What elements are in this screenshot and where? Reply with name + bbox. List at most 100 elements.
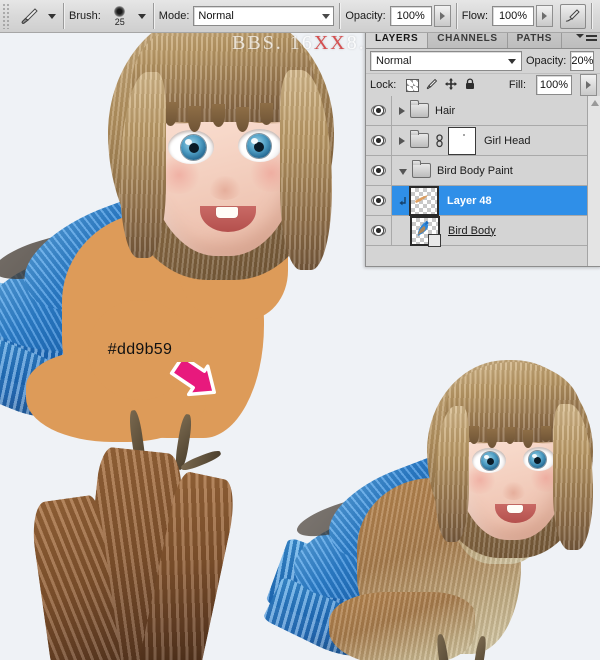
flow-label: Flow: [461,10,489,22]
opacity-slider-button[interactable] [433,5,451,27]
visibility-toggle-layer-48[interactable] [366,186,392,215]
divider [591,3,593,29]
pupil-left [189,143,199,153]
flow-slider-button[interactable] [536,5,554,27]
lock-position-icon[interactable] [445,77,458,93]
brush-size-value: 25 [114,16,125,27]
layer-name-girl-head[interactable]: Girl Head [484,135,530,147]
blend-mode-value: Normal [198,10,234,22]
layer-opacity-input[interactable]: 20% [570,51,595,71]
watermark-pre: BBS. 16 [232,32,314,54]
lock-icon-group [406,77,476,93]
eye-icon [371,195,386,206]
hair-bang-small-3 [505,427,515,444]
lock-image-pixels-icon[interactable] [426,78,438,93]
brush-label: Brush: [69,10,101,22]
divider [63,3,64,29]
layer-row-bird-body[interactable]: Bird Body [366,215,600,247]
layer-blend-mode-select[interactable]: Normal [370,51,522,71]
layer-name-bird-body-paint[interactable]: Bird Body Paint [437,165,513,177]
teeth-small [507,505,523,513]
lock-row: Lock: Fill: 100% [366,74,600,97]
layer-list[interactable]: Hair Girl Head Bird Body Paint Layer 48 … [366,96,600,266]
tool-preset-chevron-down-icon[interactable] [48,13,56,19]
pupil-small-right [534,457,541,464]
airbrush-toggle-button[interactable] [560,3,587,29]
divider [339,3,341,29]
options-bar-grip[interactable] [2,3,11,29]
layer-row-girl-head[interactable]: Girl Head [366,126,600,156]
nose-small [501,482,526,500]
layer-row-bird-body-paint[interactable]: Bird Body Paint [366,156,600,186]
link-icon[interactable] [435,133,444,148]
layer-list-scrollbar[interactable] [587,96,600,266]
brush-tip-icon [114,5,126,17]
disclosure-triangle-girl-head[interactable] [399,136,405,145]
bird-body-natural-lower [329,592,475,660]
layer-opacity-label: Opacity: [526,55,567,67]
flow-input[interactable]: 100% [492,6,535,26]
lock-all-icon[interactable] [464,77,476,93]
hair-bang-small-2 [487,429,497,448]
divider [152,3,154,29]
layer-opacity-value: 20% [571,55,594,67]
nose [208,176,242,200]
layer-name-hair[interactable]: Hair [435,105,455,117]
eye-glint-left [185,139,192,145]
visibility-toggle-girl-head[interactable] [366,126,392,155]
disclosure-triangle-bird-body-paint[interactable] [399,169,407,175]
brush-tool-icon[interactable] [15,4,43,28]
teeth [216,207,238,218]
brush-preset-chevron-down-icon[interactable] [137,13,146,19]
disclosure-triangle-hair[interactable] [399,106,405,115]
fill-slider-button[interactable] [580,74,597,96]
chevron-down-icon [576,34,584,38]
small-composite-artwork [262,360,600,660]
visibility-toggle-hair[interactable] [366,96,392,125]
brush-preset-preview[interactable]: 25 [107,3,133,29]
smart-object-badge-icon [428,233,441,247]
visibility-toggle-bird-body-paint[interactable] [366,156,392,185]
scroll-up-arrow-icon[interactable] [590,100,599,106]
chevron-down-icon [322,13,331,19]
layer-blend-mode-value: Normal [376,55,412,67]
layer-thumbnail-bird-body[interactable] [410,215,441,247]
hair-bang-4 [236,107,249,132]
visibility-toggle-bird-body[interactable] [366,216,392,245]
layer-name-bird-body[interactable]: Bird Body [448,225,496,237]
blend-mode-row: Normal Opacity: 20% [366,49,600,74]
chevron-right-icon [586,81,591,89]
blend-mode-select[interactable]: Normal [193,6,335,26]
chevron-right-icon [439,12,445,20]
hair-bang-3 [212,104,225,127]
eye-glint-small-right [532,454,537,458]
hair-bang-small-1 [469,426,479,444]
hair-bang-small-4 [523,430,533,448]
options-bar: Brush: 25 Mode: Normal Opacity: 100% Flo… [0,0,600,33]
pupil-small-left [487,458,494,465]
lock-label: Lock: [370,79,397,91]
opacity-label: Opacity: [345,10,386,22]
lock-transparency-icon[interactable] [406,78,420,92]
divider [455,3,457,29]
girl-head-small [423,352,599,564]
clipping-mask-icon [398,196,408,206]
chevron-down-icon [508,58,516,64]
layer-thumbnail-layer-48[interactable] [409,185,439,216]
fill-value: 100% [539,79,569,91]
layers-panel[interactable]: LAYERS CHANNELS PATHS Normal Opacity: 20… [365,28,600,267]
opacity-input[interactable]: 100% [389,6,432,26]
folder-icon [412,160,431,178]
eye-icon [371,105,386,116]
eye-icon [371,225,386,236]
folder-icon [410,130,429,148]
layer-row-layer-48[interactable]: Layer 48 [366,185,600,216]
eye-icon [371,165,386,176]
fill-input[interactable]: 100% [536,75,572,95]
layer-name-layer-48[interactable]: Layer 48 [447,195,492,207]
pink-arrow-pointer [168,354,228,410]
fill-label: Fill: [508,79,526,91]
folder-icon [410,100,429,118]
layer-mask-thumbnail[interactable] [448,126,476,155]
layer-row-hair[interactable]: Hair [366,96,600,126]
